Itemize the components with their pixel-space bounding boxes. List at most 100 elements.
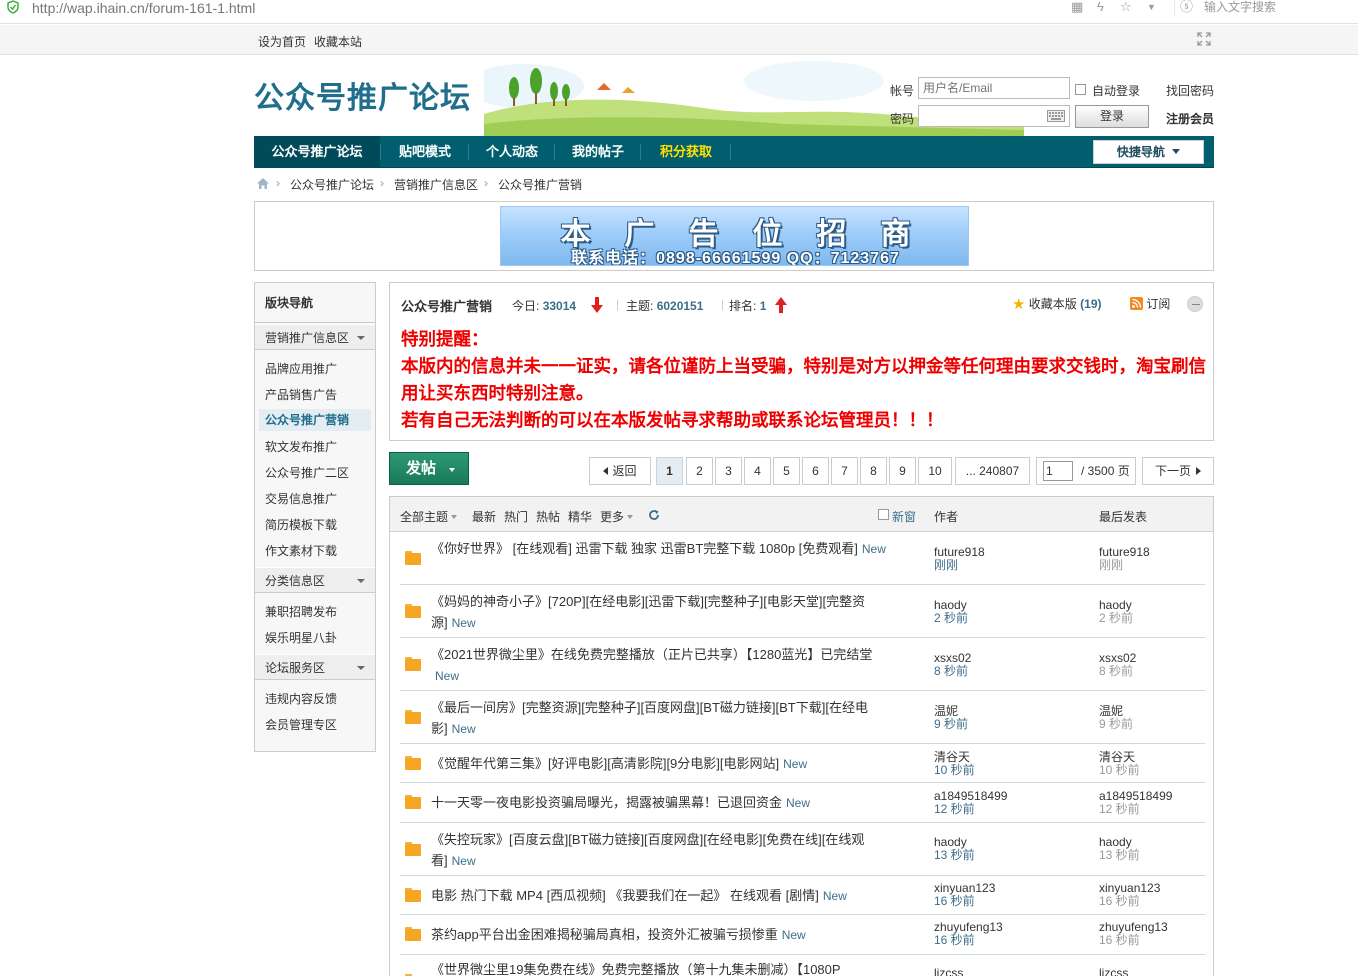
filter-hot-posts[interactable]: 热帖 [536, 508, 560, 525]
keyboard-icon[interactable] [1047, 110, 1065, 122]
thread-title[interactable]: 《觉醒年代第三集》[好评电影][高清影院][9分电影][电影网站] New [431, 753, 921, 775]
url-field[interactable]: http://wap.ihain.cn/forum-161-1.html [32, 0, 255, 16]
quick-nav-button[interactable]: 快捷导航 [1093, 140, 1204, 164]
forgot-password-link[interactable]: 找回密码 [1166, 82, 1214, 99]
thread-title[interactable]: 《世界微尘里19集免费在线》免费完整播放（第十九集未删减）【1080P [431, 959, 891, 976]
thread-author[interactable]: lizcss [934, 967, 963, 976]
thread-author[interactable]: haody 2 秒前 [934, 599, 968, 625]
thread-last-post[interactable]: xsxs02 8 秒前 [1099, 652, 1136, 678]
page-link[interactable]: 5 [773, 457, 800, 485]
thread-last-post[interactable]: lizcss [1099, 967, 1128, 976]
sidebar-item-members[interactable]: 会员管理专区 [259, 714, 371, 736]
post-time: 刚刚 [934, 558, 959, 572]
login-button[interactable]: 登录 [1075, 105, 1149, 128]
page-link[interactable]: 6 [802, 457, 829, 485]
subscribe-button[interactable]: 订阅 [1130, 295, 1170, 312]
last-page-link[interactable]: ... 240807 [955, 457, 1030, 485]
expand-icon[interactable] [1197, 32, 1211, 46]
sidebar-item-brand[interactable]: 品牌应用推广 [259, 358, 371, 380]
thread-title[interactable]: 《妈妈的神奇小子》[720P][在经电影][迅雷下载][完整种子][电影天堂][… [431, 591, 891, 634]
thread-last-post[interactable]: future918 刚刚 [1099, 546, 1150, 572]
star-icon[interactable]: ☆ [1120, 0, 1132, 14]
thread-last-post[interactable]: 清谷天 10 秒前 [1099, 751, 1140, 777]
nav-item-forum-home[interactable]: 公众号推广论坛 [254, 136, 380, 168]
page-number-input[interactable] [1043, 461, 1073, 481]
thread-author[interactable]: a1849518499 12 秒前 [934, 790, 1007, 816]
filter-digest[interactable]: 精华 [568, 508, 592, 525]
thread-author[interactable]: xinyuan123 16 秒前 [934, 882, 995, 908]
thread-title[interactable]: 《最后一间房》[完整资源][完整种子][百度网盘][BT磁力链接][BT下载][… [431, 697, 891, 740]
filter-all[interactable]: 全部主题 [400, 508, 458, 525]
set-home-link[interactable]: 设为首页 [258, 33, 306, 50]
thread-last-post[interactable]: haody 13 秒前 [1099, 836, 1140, 862]
qr-code-icon[interactable]: ▦ [1071, 0, 1083, 14]
filter-all-label: 全部主题 [400, 510, 449, 524]
sidebar-item-trade[interactable]: 交易信息推广 [259, 488, 371, 510]
nav-item-earn-points[interactable]: 积分获取 [642, 136, 730, 168]
page-link[interactable]: 9 [889, 457, 916, 485]
auto-login-checkbox[interactable] [1075, 84, 1086, 95]
thread-author[interactable]: 清谷天 10 秒前 [934, 751, 975, 777]
thread-title[interactable]: 《你好世界》 [在线观看] 迅雷下载 独家 迅雷BT完整下载 1080p [免费… [431, 538, 891, 560]
thread-last-post[interactable]: 温妮 9 秒前 [1099, 705, 1133, 731]
nav-item-tieba-mode[interactable]: 贴吧模式 [382, 136, 468, 168]
page-link[interactable]: 3 [715, 457, 742, 485]
thread-author[interactable]: zhuyufeng13 16 秒前 [934, 921, 1003, 947]
nav-item-personal-feed[interactable]: 个人动态 [470, 136, 554, 168]
sidebar-item-jobs[interactable]: 兼职招聘发布 [259, 601, 371, 623]
site-logo[interactable]: 公众号推广论坛 [254, 73, 471, 117]
filter-hot[interactable]: 热门 [504, 508, 528, 525]
page-link[interactable]: 7 [831, 457, 858, 485]
sidebar-item-wechat-marketing[interactable]: 公众号推广营销 [259, 409, 371, 431]
thread-title[interactable]: 《失控玩家》[百度云盘][BT磁力链接][百度网盘][在经电影][免费在线][在… [431, 829, 891, 872]
back-button[interactable]: 返回 [589, 457, 651, 485]
nav-item-my-posts[interactable]: 我的帖子 [556, 136, 640, 168]
sidebar-item-product-ads[interactable]: 产品销售广告 [259, 384, 371, 406]
sidebar-item-softtext[interactable]: 软文发布推广 [259, 436, 371, 458]
sidebar-item-wechat-2[interactable]: 公众号推广二区 [259, 462, 371, 484]
home-icon[interactable] [256, 177, 270, 190]
filter-more[interactable]: 更多 [600, 508, 634, 525]
thread-title[interactable]: 十一天零一夜电影投资骗局曝光，揭露被骗黑幕！已退回资金 New [431, 792, 921, 814]
bookmark-link[interactable]: 收藏本站 [314, 33, 362, 50]
thread-author[interactable]: xsxs02 8 秒前 [934, 652, 971, 678]
breadcrumb-forum[interactable]: 公众号推广论坛 [290, 176, 374, 193]
thread-last-post[interactable]: a1849518499 12 秒前 [1099, 790, 1172, 816]
page-link[interactable]: 4 [744, 457, 771, 485]
thread-last-post[interactable]: xinyuan123 16 秒前 [1099, 882, 1160, 908]
collapse-icon[interactable] [1187, 296, 1203, 312]
new-post-button[interactable]: 发帖 [389, 452, 469, 485]
thread-last-post[interactable]: haody 2 秒前 [1099, 599, 1133, 625]
lightning-icon[interactable]: ϟ [1097, 0, 1104, 14]
sidebar-item-gossip[interactable]: 娱乐明星八卦 [259, 627, 371, 649]
chevron-down-icon[interactable]: ▼ [1147, 0, 1156, 14]
password-input[interactable] [918, 105, 1070, 127]
sidebar-item-report[interactable]: 违规内容反馈 [259, 688, 371, 710]
breadcrumb-board[interactable]: 公众号推广营销 [498, 176, 582, 193]
thread-last-post[interactable]: zhuyufeng13 16 秒前 [1099, 921, 1168, 947]
sidebar-item-essay[interactable]: 作文素材下载 [259, 540, 371, 562]
sidebar-group-marketing[interactable]: 营销推广信息区 [255, 324, 375, 350]
username-input[interactable] [918, 77, 1070, 99]
ad-banner[interactable]: 本广告位招商 联系电话：0898-66661599 QQ：7123767 [500, 206, 969, 266]
page-link[interactable]: 1 [656, 457, 683, 485]
thread-title[interactable]: 电影 热门下载 MP4 [西瓜视频] 《我要我们在一起》 在线观看 [剧情] Ne… [431, 885, 921, 907]
thread-title[interactable]: 茶约app平台出金困难揭秘骗局真相，投资外汇被骗亏损惨重 New [431, 924, 921, 946]
next-page-button[interactable]: 下一页 [1142, 457, 1214, 485]
new-window-checkbox[interactable] [878, 509, 889, 520]
sidebar-group-classified[interactable]: 分类信息区 [255, 567, 375, 593]
thread-author[interactable]: haody 13 秒前 [934, 836, 975, 862]
sidebar-group-service[interactable]: 论坛服务区 [255, 654, 375, 680]
page-link[interactable]: 8 [860, 457, 887, 485]
page-link[interactable]: 2 [686, 457, 713, 485]
thread-author[interactable]: future918 刚刚 [934, 546, 985, 572]
favorite-board-button[interactable]: ★ 收藏本版 (19) [1012, 295, 1102, 313]
sidebar-item-resume[interactable]: 简历模板下载 [259, 514, 371, 536]
thread-title[interactable]: 《2021世界微尘里》在线免费完整播放（正片已共享）【1280蓝光】已完结堂 Ne… [431, 644, 891, 687]
breadcrumb-category[interactable]: 营销推广信息区 [394, 176, 478, 193]
page-link[interactable]: 10 [918, 457, 952, 485]
filter-latest[interactable]: 最新 [472, 508, 496, 525]
thread-author[interactable]: 温妮 9 秒前 [934, 705, 968, 731]
refresh-icon[interactable] [648, 509, 660, 521]
register-link[interactable]: 注册会员 [1166, 110, 1214, 127]
